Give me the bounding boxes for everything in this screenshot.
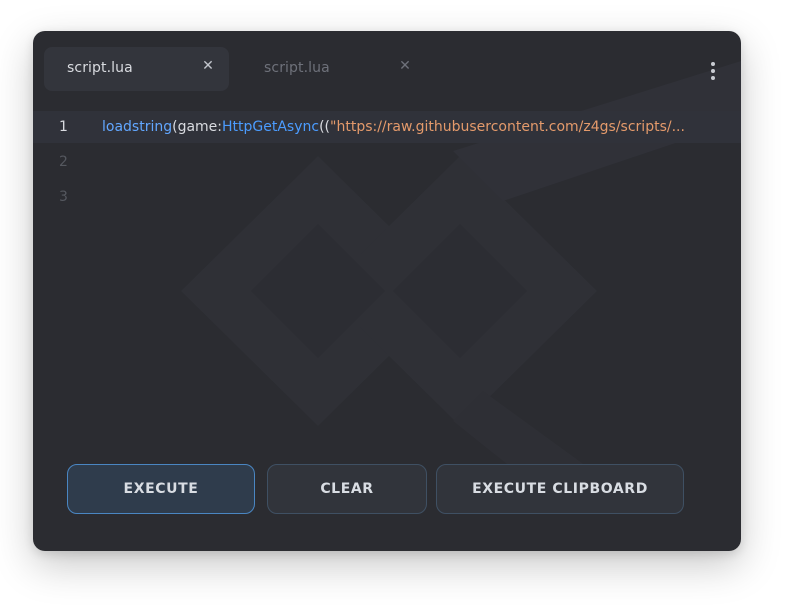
executor-window: script.lua ✕ script.lua ✕ 1 loadstring(g… [33,31,741,551]
code-line[interactable]: 1 loadstring(game:HttpGetAsync(("https:/… [33,111,741,143]
execute-clipboard-button[interactable]: EXECUTE CLIPBOARD [436,464,684,514]
code-line[interactable]: 3 [33,181,741,213]
tab-script-lua-active[interactable]: script.lua ✕ [44,47,229,91]
execute-button[interactable]: EXECUTE [67,464,255,514]
tab-label: script.lua [264,60,330,76]
close-icon[interactable]: ✕ [199,57,217,75]
line-number: 3 [59,189,68,205]
tab-script-lua[interactable]: script.lua ✕ [241,47,426,91]
tab-label: script.lua [67,60,133,76]
line-number: 2 [59,154,68,170]
clear-button[interactable]: CLEAR [267,464,427,514]
code-token-plain: (game: [172,119,223,135]
code-token-method: HttpGetAsync [222,119,320,135]
code-line[interactable]: 2 [33,146,741,178]
code-token-function: loadstring [102,119,173,135]
code-token-paren: (( [319,119,331,135]
close-icon[interactable]: ✕ [396,57,414,75]
more-options-button[interactable] [707,59,719,83]
line-number: 1 [59,119,68,135]
code-token-string: "https://raw.githubusercontent.com/z4gs/… [330,119,685,135]
vertical-dots-icon [711,62,715,80]
code-editor[interactable]: 1 loadstring(game:HttpGetAsync(("https:/… [33,111,741,231]
code-text[interactable]: loadstring(game:HttpGetAsync(("https://r… [102,119,727,135]
